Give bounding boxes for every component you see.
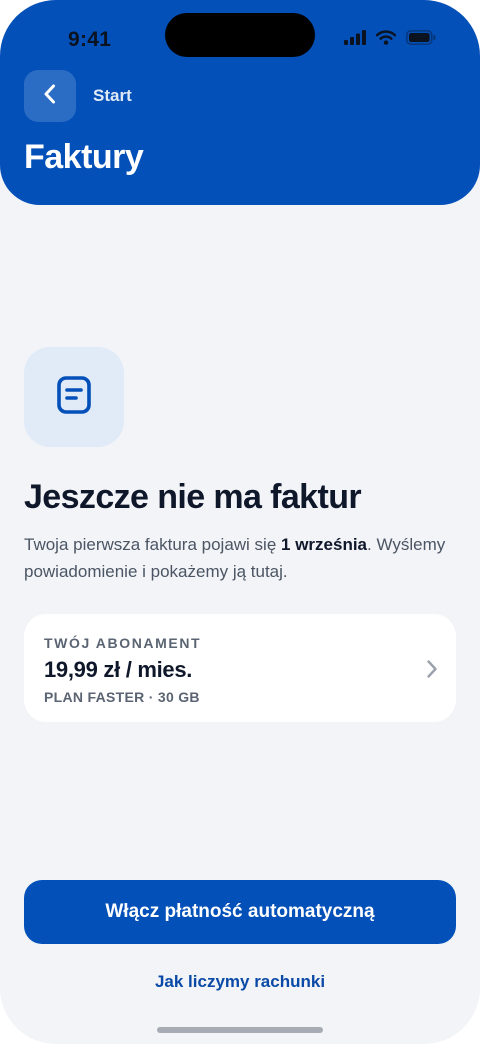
dynamic-island (165, 13, 315, 57)
phone-screen: 9:41 Start Faktury Jeszcze nie ma faktur… (0, 0, 480, 1044)
subscription-label: TWÓJ ABONAMENT (44, 635, 202, 651)
status-time: 9:41 (68, 28, 112, 51)
empty-state-icon-tile (24, 347, 124, 447)
billing-info-link[interactable]: Jak liczymy rachunki (0, 972, 480, 992)
page-title: Faktury (24, 138, 144, 176)
back-button[interactable] (24, 70, 76, 122)
status-icons (344, 30, 436, 45)
document-icon (56, 375, 92, 420)
subscription-price: 19,99 zł / mies. (44, 657, 193, 682)
signal-icon (344, 30, 366, 45)
first-invoice-date: 1 września (281, 535, 368, 554)
battery-icon (406, 30, 436, 45)
chevron-left-icon (43, 83, 57, 110)
subscription-card[interactable]: TWÓJ ABONAMENT 19,99 zł / mies. PLAN FAS… (24, 614, 456, 722)
wifi-icon (376, 30, 396, 45)
enable-autopay-button[interactable]: Włącz płatność automatyczną (24, 880, 456, 944)
home-indicator[interactable] (157, 1027, 323, 1033)
back-label[interactable]: Start (93, 86, 132, 106)
empty-state-desc-prefix: Twoja pierwsza faktura pojawi się (24, 535, 282, 554)
subscription-plan: PLAN FASTER · 30 GB (44, 689, 200, 705)
empty-state-description: Twoja pierwsza faktura pojawi się 1 wrze… (24, 531, 464, 585)
empty-state-title: Jeszcze nie ma faktur (24, 478, 362, 516)
chevron-right-icon (426, 659, 438, 684)
status-bar: 9:41 (0, 0, 480, 80)
header: 9:41 Start Faktury (0, 0, 480, 205)
